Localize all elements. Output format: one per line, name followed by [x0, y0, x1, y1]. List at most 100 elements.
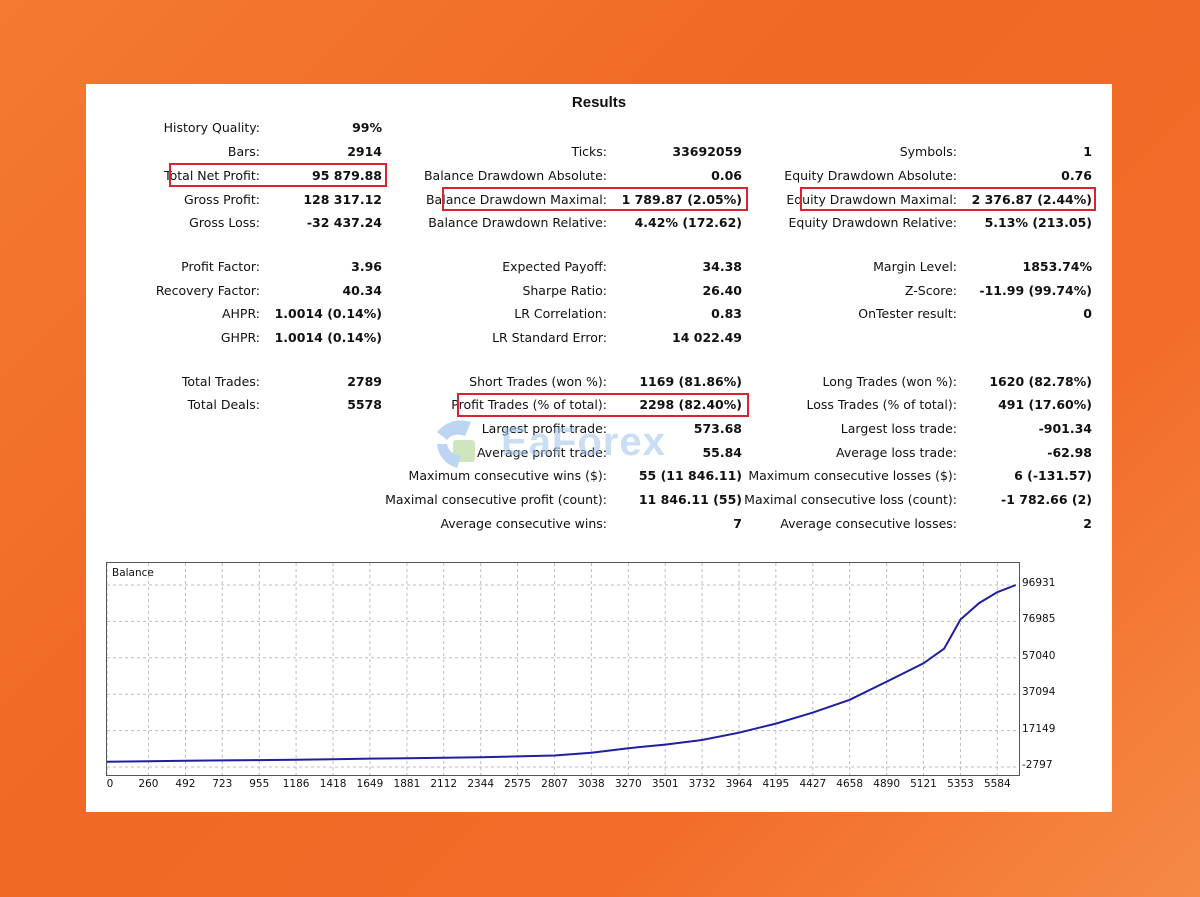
stat-label: Total Trades: [181, 374, 260, 389]
stat-value: 1.0014 (0.14%) [274, 306, 382, 321]
stat-value: 1 [1083, 144, 1092, 159]
x-tick-label: 2344 [467, 778, 495, 790]
balance-chart: Balance 96931 76985 57040 37094 17149 -2797 0… [104, 562, 1104, 802]
stat-value: 40.34 [342, 283, 382, 298]
stat-label: Balance Drawdown Absolute: [423, 168, 607, 183]
stat-value: 34.38 [702, 259, 742, 274]
eaforex-logo-icon [437, 420, 475, 468]
y-tick-label: 57040 [1022, 649, 1056, 662]
x-tick-label: 4427 [799, 778, 827, 790]
stat-value: 6 (-131.57) [1014, 468, 1092, 483]
stat-label: Equity Drawdown Absolute: [784, 168, 957, 183]
stat-label: Largest loss trade: [840, 421, 957, 436]
stat-value: 3.96 [351, 259, 382, 274]
results-panel: Results History Quality: 99% Bars: 2914 … [86, 84, 1112, 812]
stat-label: Recovery Factor: [155, 283, 260, 298]
stat-value: 1620 (82.78%) [989, 374, 1092, 389]
chart-plot-area: Balance [106, 562, 1020, 776]
stat-label: Maximum consecutive losses ($): [748, 468, 957, 483]
stat-label: Balance Drawdown Relative: [428, 215, 607, 230]
stat-label: Long Trades (won %): [822, 374, 957, 389]
stat-value: 0.83 [711, 306, 742, 321]
stat-value: 0.06 [711, 168, 742, 183]
x-tick-label: 1649 [356, 778, 384, 790]
stat-label: Total Deals: [187, 397, 260, 412]
y-tick-label: 76985 [1022, 613, 1056, 626]
stat-value: 491 (17.60%) [998, 397, 1092, 412]
stat-label: LR Standard Error: [492, 330, 607, 345]
stat-value: -11.99 (99.74%) [979, 283, 1092, 298]
chart-svg [107, 563, 1019, 775]
chart-title: Balance [112, 567, 154, 579]
x-tick-label: 2112 [430, 778, 458, 790]
y-tick-label: 96931 [1022, 577, 1056, 589]
x-tick-label: 3038 [578, 778, 605, 790]
stat-label: Average consecutive wins: [440, 516, 607, 531]
balance-line [107, 584, 1017, 763]
x-tick-label: 1186 [282, 778, 310, 790]
watermark-logo: EaForex [431, 414, 771, 474]
stat-label: History Quality: [163, 120, 260, 135]
highlight-equity-drawdown [800, 187, 1096, 211]
x-tick-label: 723 [212, 778, 233, 790]
stat-value: 2914 [347, 144, 382, 159]
x-tick-label: 3501 [651, 778, 679, 790]
x-tick-label: 2575 [504, 778, 531, 790]
stat-value: 1853.74% [1022, 259, 1092, 274]
stat-label: Expected Payoff: [502, 259, 607, 274]
stat-value: 128 317.12 [303, 192, 382, 207]
stat-label: Symbols: [899, 144, 957, 159]
stat-label: Margin Level: [873, 259, 957, 274]
stat-label: OnTester result: [858, 306, 957, 321]
stat-value: -62.98 [1047, 445, 1092, 460]
x-tick-label: 5584 [983, 778, 1011, 790]
stat-value: 2 [1083, 516, 1092, 531]
x-tick-label: 4890 [873, 778, 901, 790]
stat-value: 26.40 [702, 283, 742, 298]
stat-label: Average loss trade: [836, 445, 957, 460]
stat-value: 5578 [347, 397, 382, 412]
x-tick-label: 5121 [910, 778, 937, 790]
highlight-net-profit [169, 163, 387, 187]
stat-label: Loss Trades (% of total): [806, 397, 957, 412]
stat-value: -901.34 [1038, 421, 1092, 436]
x-tick-label: 1418 [319, 778, 347, 790]
stat-label: LR Correlation: [514, 306, 607, 321]
stat-value: 4.42% (172.62) [634, 215, 742, 230]
stat-value: 1.0014 (0.14%) [274, 330, 382, 345]
stat-label: GHPR: [220, 330, 260, 345]
stat-label: Maximal consecutive loss (count): [744, 492, 957, 507]
stat-label: AHPR: [221, 306, 260, 321]
x-tick-label: 0 [106, 778, 114, 790]
stat-value: 1169 (81.86%) [639, 374, 742, 389]
stat-label: Gross Profit: [183, 192, 260, 207]
y-tick-label: 17149 [1022, 722, 1056, 735]
stat-label: Bars: [227, 144, 260, 159]
stat-value: -1 782.66 (2) [1001, 492, 1092, 507]
x-tick-label: 3732 [688, 778, 716, 790]
stat-label: Maximal consecutive profit (count): [385, 492, 607, 507]
x-tick-label: 3964 [725, 778, 753, 790]
stat-label: Equity Drawdown Relative: [788, 215, 957, 230]
stat-label: Sharpe Ratio: [522, 283, 607, 298]
stat-value: 14 022.49 [672, 330, 742, 345]
watermark-text: EaForex [501, 420, 666, 464]
stat-label: Gross Loss: [189, 215, 260, 230]
stat-label: Short Trades (won %): [469, 374, 607, 389]
y-tick-label: -2797 [1022, 759, 1053, 771]
stat-label: Z-Score: [904, 283, 957, 298]
results-title: Results [571, 94, 627, 111]
stat-value: 99% [352, 120, 382, 135]
stat-label: Ticks: [571, 144, 607, 159]
stat-value: 2789 [347, 374, 382, 389]
x-tick-label: 4195 [762, 778, 790, 790]
stat-label: Profit Factor: [181, 259, 260, 274]
stat-value: 11 846.11 (55) [638, 492, 742, 507]
stat-value: 33692059 [672, 144, 742, 159]
x-tick-label: 4658 [836, 778, 864, 790]
x-tick-label: 955 [249, 778, 270, 790]
y-tick-label: 37094 [1022, 686, 1056, 699]
x-tick-label: 1881 [393, 778, 421, 790]
x-tick-label: 260 [138, 778, 159, 790]
x-tick-label: 2807 [541, 778, 568, 790]
